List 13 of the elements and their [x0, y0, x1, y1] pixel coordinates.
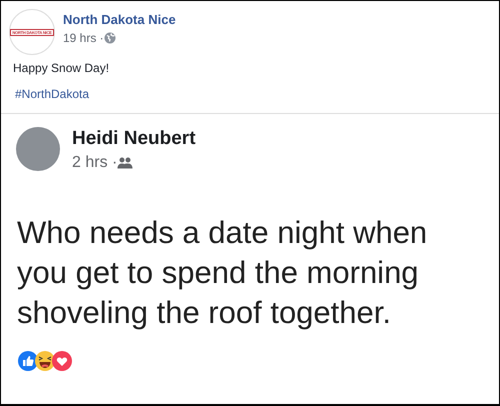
- post-text: Happy Snow Day!: [13, 61, 110, 75]
- status-text: Who needs a date night when you get to spend the morning shoveling the roof together.: [17, 214, 428, 332]
- post-time[interactable]: 19 hrs ·: [63, 31, 104, 45]
- page-name[interactable]: North Dakota Nice: [63, 12, 176, 27]
- like-reaction-icon[interactable]: [18, 351, 38, 371]
- love-reaction-icon[interactable]: [52, 351, 72, 371]
- hashtag-link[interactable]: #NorthDakota: [15, 87, 90, 101]
- laugh-reaction-icon[interactable]: [35, 351, 55, 371]
- avatar-photo-placeholder[interactable]: [16, 127, 60, 171]
- post-time[interactable]: 2 hrs ·: [72, 154, 118, 172]
- friends-icon: [117, 157, 134, 169]
- author-name[interactable]: Heidi Neubert: [72, 128, 196, 150]
- globe-icon: [104, 32, 116, 44]
